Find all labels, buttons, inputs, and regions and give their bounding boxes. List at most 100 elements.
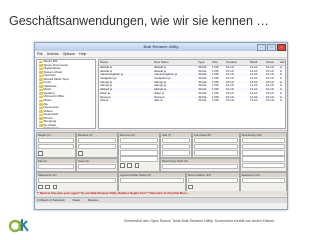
append-folder-select[interactable]: [120, 177, 184, 184]
filter-field[interactable]: [38, 177, 116, 184]
replace-panel: Replace (3): [76, 132, 118, 158]
prefix-field[interactable]: [162, 137, 190, 144]
column-header[interactable]: Created: [225, 60, 249, 65]
numbering-panel-title: Numbering (10): [241, 133, 286, 137]
remove-chars[interactable]: [120, 156, 158, 162]
folder-icon: [39, 60, 43, 64]
new-location-panel: New Location (13): [186, 172, 240, 192]
column-header[interactable]: Attr: [279, 60, 285, 65]
column-header[interactable]: Name: [99, 60, 153, 65]
remove-high-checkbox[interactable]: [127, 163, 132, 168]
selections-panel: Selections (12): [36, 172, 118, 192]
extension-select[interactable]: [242, 177, 285, 184]
close-button[interactable]: ×: [277, 44, 286, 51]
table-cell: 10.10.: [226, 99, 235, 103]
move-copy-panel: Move/Copy Parts (6): [160, 158, 240, 172]
remove-last-n[interactable]: [120, 143, 158, 150]
auto-date-panel: Auto Date (8): [192, 132, 240, 158]
case-select[interactable]: [78, 163, 116, 170]
extension-panel: Extension (11): [240, 172, 287, 192]
maximize-button[interactable]: □: [267, 44, 276, 51]
regex-panel: RegEx (1): [36, 132, 76, 158]
window-title: Bulk Rename Utility: [143, 44, 179, 49]
folder-icon: [39, 127, 43, 128]
menu-options[interactable]: Options: [63, 51, 75, 57]
folder-icon: [39, 113, 43, 117]
column-header[interactable]: Type: [197, 60, 211, 65]
replace-panel-title: Replace (3): [77, 133, 117, 137]
remove-digits-checkbox[interactable]: [120, 163, 125, 168]
folder-icon: [39, 67, 43, 71]
table-row[interactable]: utils.js utils.js JS-Da 1 KB 10.10. 11.10. 10.…: [99, 99, 285, 103]
hidden-checkbox[interactable]: [45, 184, 50, 190]
rename-panels: RegEx (1) Replace (3) Remove (5) Add (7): [35, 130, 287, 197]
selections-panel-title: Selections (12): [37, 173, 117, 177]
with-field[interactable]: [78, 143, 116, 150]
column-header[interactable]: Acces: [265, 60, 279, 65]
match-case-checkbox[interactable]: [78, 150, 83, 156]
bulk-rename-window: Bulk Rename Utility – □ × File Actions O…: [34, 42, 288, 210]
numbering-incr-field[interactable]: [242, 150, 285, 156]
new-location-path-field[interactable]: [188, 177, 238, 184]
table-cell: A: [280, 99, 283, 103]
column-header[interactable]: New Name: [153, 60, 197, 65]
tree-item[interactable]: Technologie: [37, 126, 95, 129]
tree-item-label: Technologie: [43, 126, 60, 129]
remove-from-to[interactable]: [120, 150, 158, 156]
table-cell: utils.js: [100, 99, 109, 103]
file-list[interactable]: Name New Name Type Size Created Modif Acces Att…: [98, 59, 286, 129]
numbering-start-field[interactable]: [242, 143, 285, 150]
selected-count: 0 Objects (1 Selected): [37, 198, 65, 202]
folder-icon: [39, 99, 43, 103]
folders-checkbox[interactable]: [38, 184, 43, 190]
date-format-select[interactable]: [194, 150, 238, 156]
menu-file[interactable]: File: [37, 51, 43, 57]
folder-icon: [39, 78, 43, 81]
insert-field[interactable]: [162, 143, 190, 150]
folder-icon: [39, 124, 43, 127]
copy-not-move-checkbox[interactable]: [188, 184, 193, 190]
column-header[interactable]: Modif: [249, 60, 265, 65]
rename-button[interactable]: Rename: [88, 198, 99, 203]
folder-icon: [39, 85, 43, 88]
include-ext-checkbox[interactable]: [38, 150, 43, 156]
menu-bar: File Actions Options Help: [35, 51, 287, 58]
minimize-button[interactable]: –: [257, 44, 266, 51]
reset-button[interactable]: Reset: [73, 198, 80, 203]
column-header[interactable]: Size: [211, 60, 225, 65]
numbering-mode-select[interactable]: [242, 137, 285, 144]
replace-field[interactable]: [78, 137, 116, 144]
date-type-select[interactable]: [194, 143, 238, 150]
file-panel: File (2): [36, 158, 76, 172]
add-panel: Add (7): [160, 132, 192, 158]
table-cell: JS-Da: [198, 99, 207, 103]
folder-icon: [39, 103, 43, 106]
case-panel: Case (4): [76, 158, 118, 172]
suffix-field[interactable]: [162, 150, 190, 156]
numbering-pad-field[interactable]: [242, 156, 285, 162]
folder-icon: [39, 92, 43, 95]
file-name-select[interactable]: [38, 163, 74, 170]
remove-first-n[interactable]: [120, 137, 158, 144]
file-panel-title: File (2): [37, 159, 75, 163]
date-mode-select[interactable]: [194, 137, 238, 144]
append-folder-panel: Append Folder Name (9): [118, 172, 186, 192]
status-bar: 0 Objects (1 Selected) Reset Rename: [35, 197, 287, 203]
subfolders-checkbox[interactable]: [52, 184, 58, 190]
regex-replace-field[interactable]: [38, 143, 74, 150]
regex-tool-hint[interactable]: ** Need to fine-tune your regex? Try our…: [35, 191, 287, 195]
move-copy-select[interactable]: [162, 163, 238, 170]
menu-help[interactable]: Help: [79, 51, 86, 57]
move-copy-panel-title: Move/Copy Parts (6): [161, 159, 239, 163]
folder-tree[interactable]: Space Bar Space Documents Digital Music Sys…: [36, 59, 96, 129]
table-cell: 1 KB: [212, 99, 219, 103]
ak-logo: [8, 219, 29, 233]
folder-icon: [39, 81, 43, 85]
regex-tool-hint-text: ** Need to fine-tune your regex? Try our…: [37, 191, 190, 195]
folder-icon: [39, 117, 43, 120]
remove-trim-checkbox[interactable]: [134, 163, 140, 168]
menu-actions[interactable]: Actions: [47, 51, 59, 57]
regex-match-field[interactable]: [38, 137, 74, 144]
remove-panel-title: Remove (5): [119, 133, 159, 137]
numbering-type-select[interactable]: [242, 162, 285, 168]
